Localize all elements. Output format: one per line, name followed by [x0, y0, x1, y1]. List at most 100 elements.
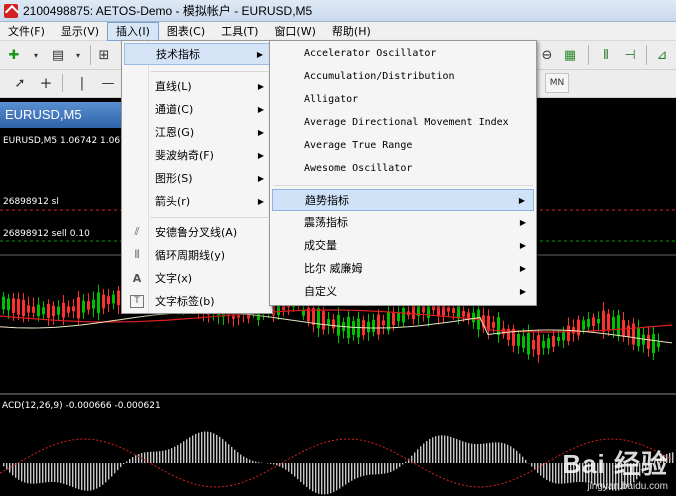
menu-insert[interactable]: 插入(I) [107, 21, 159, 41]
candle-body [7, 298, 10, 311]
menu-item-technical-indicators[interactable]: 技术指标 ▶ [124, 43, 270, 65]
crosshair-icon[interactable]: + [36, 73, 56, 93]
candle-body [107, 296, 110, 305]
menu-item-label: Awesome Oscillator [304, 163, 413, 174]
menu-item-custom[interactable]: 自定义 ▶ [272, 281, 534, 303]
menu-item-fibonacci[interactable]: 斐波纳奇(F) ▶ [124, 144, 270, 166]
horizontal-line-icon[interactable]: — [98, 73, 118, 93]
menu-item-label: 安德鲁分叉线(A) [155, 226, 238, 239]
submenu-arrow-icon: ▶ [257, 173, 264, 183]
candle-body [462, 310, 465, 317]
menu-charts[interactable]: 图表(C) [159, 22, 213, 41]
chart-window-tab[interactable]: EURUSD,M5 [0, 102, 140, 128]
candle-body [367, 321, 370, 333]
stop-loss-line-label: 26898912 sl [3, 197, 59, 207]
candle-body [552, 335, 555, 347]
menu-item-text[interactable]: A 文字(x) [124, 267, 270, 289]
dropdown-chevron-icon[interactable]: ▾ [26, 45, 46, 65]
candle-body [537, 335, 540, 355]
macd-bar [249, 459, 251, 463]
cursor-arrow-icon[interactable]: ➚ [10, 73, 30, 93]
menu-item-cycle-lines[interactable]: ⦀ 循环周期线(y) [124, 244, 270, 266]
menu-item-gann[interactable]: 江恩(G) ▶ [124, 121, 270, 143]
toolbar-separator [90, 45, 91, 65]
menu-item-lines[interactable]: 直线(L) ▶ [124, 75, 270, 97]
macd-bar [501, 442, 503, 463]
timeframe-mn-button[interactable]: MN [545, 73, 569, 93]
macd-bar [510, 446, 512, 463]
macd-bar [276, 463, 278, 466]
menu-item-label: 自定义 [304, 285, 337, 298]
menu-item-trend-indicators[interactable]: 趋势指标 ▶ [272, 189, 534, 211]
menu-item-awesome-oscillator[interactable]: Awesome Oscillator [272, 158, 534, 180]
candle-body [322, 311, 325, 330]
menu-item-channels[interactable]: 通道(C) ▶ [124, 98, 270, 120]
dropdown-chevron-icon[interactable]: ▾ [68, 45, 88, 65]
candle-body [492, 321, 495, 328]
macd-bar [237, 452, 239, 463]
macd-bar [189, 437, 191, 463]
macd-bar [480, 443, 482, 463]
menu-file[interactable]: 文件(F) [0, 22, 53, 41]
candle-body [27, 305, 30, 313]
candle-body [547, 338, 550, 349]
menu-item-volumes[interactable]: 成交量 ▶ [272, 235, 534, 257]
zoom-out-icon[interactable]: ⊖ [537, 45, 557, 65]
menu-item-shapes[interactable]: 图形(S) ▶ [124, 167, 270, 189]
chart-shift-icon[interactable]: ⊣ [620, 45, 640, 65]
menu-help[interactable]: 帮助(H) [324, 22, 379, 41]
menu-window[interactable]: 窗口(W) [266, 22, 323, 41]
menu-item-accelerator-oscillator[interactable]: Accelerator Oscillator [272, 43, 534, 65]
macd-bar [123, 463, 125, 465]
menu-item-bill-williams[interactable]: 比尔 威廉姆 ▶ [272, 258, 534, 280]
candle-body [112, 294, 115, 304]
new-chart-icon[interactable]: ✚ [4, 45, 24, 65]
menu-view[interactable]: 显示(V) [53, 22, 107, 41]
macd-bar [282, 463, 284, 468]
candle-body [12, 298, 15, 313]
candle-body [587, 319, 590, 328]
candle-body [67, 306, 70, 313]
menu-item-average-true-range[interactable]: Average True Range [272, 135, 534, 157]
macd-bar [195, 433, 197, 463]
macd-bar [366, 463, 368, 476]
macd-bar [672, 452, 674, 463]
menu-item-accumulation-distribution[interactable]: Accumulation/Distribution [272, 66, 534, 88]
menu-tools[interactable]: 工具(T) [213, 22, 266, 41]
candle-body [82, 300, 85, 313]
macd-bar [345, 463, 347, 485]
menu-item-andrews-pitchfork[interactable]: ⫽ 安德鲁分叉线(A) [124, 221, 270, 243]
macd-bar [330, 463, 332, 494]
macd-bar [183, 441, 185, 463]
menu-item-adx[interactable]: Average Directional Movement Index [272, 112, 534, 134]
menu-item-alligator[interactable]: Alligator [272, 89, 534, 111]
menu-item-oscillators[interactable]: 震荡指标 ▶ [272, 212, 534, 234]
technical-indicators-submenu: Accelerator Oscillator Accumulation/Dist… [269, 40, 537, 306]
menu-item-arrows[interactable]: 箭头(r) ▶ [124, 190, 270, 212]
macd-bar [84, 463, 86, 491]
tile-windows-icon[interactable]: ▦ [560, 45, 580, 65]
macd-bar [516, 450, 518, 463]
macd-bar [549, 463, 551, 482]
vertical-line-icon[interactable]: | [72, 73, 92, 93]
macd-bar [333, 463, 335, 492]
submenu-arrow-icon: ▶ [519, 241, 526, 250]
macd-bar [339, 463, 341, 489]
auto-scroll-icon[interactable]: ⫴ [596, 45, 616, 65]
candle-body [557, 336, 560, 342]
market-watch-icon[interactable]: ⊞ [94, 45, 114, 65]
macd-bar [66, 463, 68, 485]
macd-bar [231, 446, 233, 463]
indicators-list-icon[interactable]: ⊿ [652, 45, 672, 65]
profiles-icon[interactable]: ▤ [48, 45, 68, 65]
macd-bar [150, 451, 152, 463]
candle-body [582, 320, 585, 330]
macd-bar [108, 463, 110, 480]
macd-bar [429, 438, 431, 463]
candle-body [517, 333, 520, 346]
menu-item-text-label[interactable]: T 文字标签(b) [124, 290, 270, 312]
macd-bar [144, 452, 146, 463]
macd-bar [75, 463, 77, 489]
macd-bar [159, 451, 161, 463]
moving-average-lines [0, 309, 673, 344]
